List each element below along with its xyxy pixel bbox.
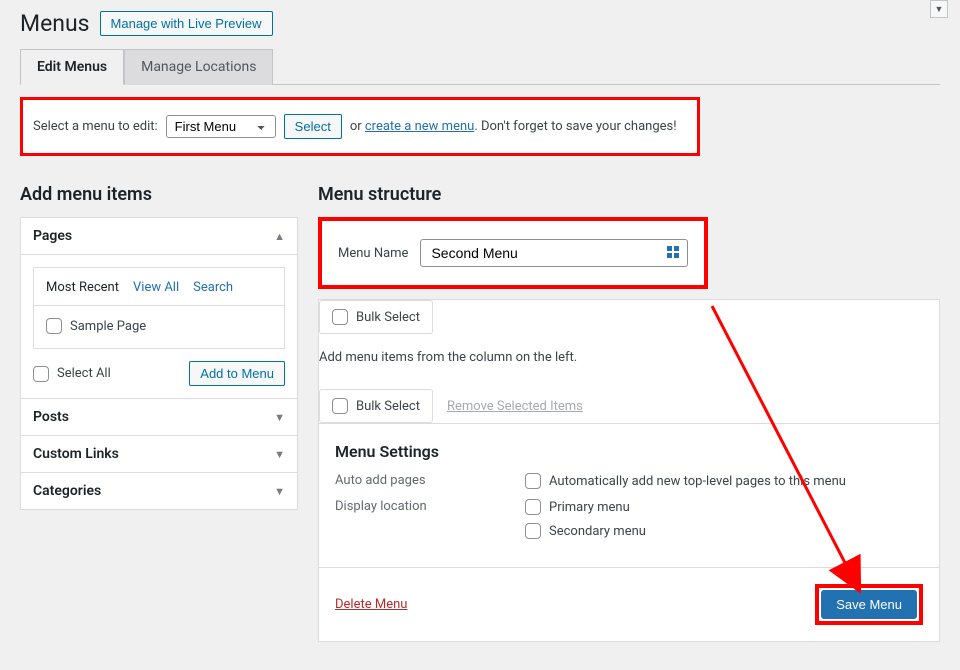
- chevron-up-icon: ▲: [274, 230, 285, 243]
- add-menu-items-heading: Add menu items: [20, 184, 298, 205]
- save-menu-button[interactable]: Save Menu: [821, 590, 917, 619]
- tab-manage-locations[interactable]: Manage Locations: [124, 49, 273, 85]
- menu-select-dropdown[interactable]: First Menu: [166, 115, 276, 138]
- location-secondary-option[interactable]: Secondary menu: [525, 523, 646, 539]
- accordion-pages[interactable]: Pages ▲: [21, 218, 297, 254]
- display-location-label: Display location: [335, 499, 525, 539]
- bulk-select-top[interactable]: Bulk Select: [319, 300, 433, 334]
- auto-add-pages-checkbox[interactable]: [525, 473, 541, 489]
- remove-selected-items-link[interactable]: Remove Selected Items: [447, 399, 583, 414]
- screen-options-toggle[interactable]: ▼: [930, 0, 948, 18]
- bulk-select-top-checkbox[interactable]: [332, 309, 348, 325]
- accordion-custom-links[interactable]: Custom Links ▼: [21, 435, 297, 472]
- menu-name-label: Menu Name: [338, 246, 408, 261]
- create-new-menu-link[interactable]: create a new menu: [365, 119, 474, 134]
- auto-add-pages-label: Auto add pages: [335, 473, 525, 489]
- location-secondary-checkbox[interactable]: [525, 523, 541, 539]
- menu-name-input[interactable]: [420, 239, 688, 267]
- page-title: Menus: [20, 10, 90, 37]
- bulk-select-bottom-checkbox[interactable]: [332, 398, 348, 414]
- chevron-down-icon: ▼: [274, 485, 285, 498]
- manage-live-preview-button[interactable]: Manage with Live Preview: [100, 11, 273, 36]
- select-menu-button[interactable]: Select: [284, 114, 342, 139]
- bulk-select-bottom[interactable]: Bulk Select: [319, 389, 433, 423]
- select-all-checkbox[interactable]: [33, 366, 49, 382]
- pages-tab-most-recent[interactable]: Most Recent: [46, 280, 119, 295]
- selector-or-text: or create a new menu. Don't forget to sa…: [350, 119, 677, 134]
- pages-tab-view-all[interactable]: View All: [133, 280, 179, 295]
- menu-name-row: Menu Name: [318, 217, 708, 289]
- empty-menu-hint: Add menu items from the column on the le…: [319, 350, 939, 365]
- input-extension-icon[interactable]: [666, 245, 680, 263]
- page-item-checkbox[interactable]: [46, 318, 62, 334]
- menu-settings-heading: Menu Settings: [335, 442, 923, 461]
- auto-add-pages-option[interactable]: Automatically add new top-level pages to…: [525, 473, 846, 489]
- tab-edit-menus[interactable]: Edit Menus: [20, 49, 124, 85]
- menu-selector-bar: Select a menu to edit: First Menu Select…: [20, 97, 700, 156]
- chevron-down-icon: ▼: [274, 448, 285, 461]
- location-primary-checkbox[interactable]: [525, 499, 541, 515]
- chevron-down-icon: ▼: [274, 411, 285, 424]
- menu-selector-label: Select a menu to edit:: [33, 119, 158, 134]
- add-to-menu-button[interactable]: Add to Menu: [189, 361, 285, 386]
- accordion-categories[interactable]: Categories ▼: [21, 472, 297, 509]
- accordion-posts[interactable]: Posts ▼: [21, 398, 297, 435]
- select-all-pages[interactable]: Select All: [33, 366, 111, 382]
- pages-tab-search[interactable]: Search: [193, 280, 233, 295]
- menu-structure-heading: Menu structure: [318, 184, 940, 205]
- location-primary-option[interactable]: Primary menu: [525, 499, 646, 515]
- delete-menu-link[interactable]: Delete Menu: [335, 597, 407, 612]
- page-item-sample[interactable]: Sample Page: [46, 318, 272, 334]
